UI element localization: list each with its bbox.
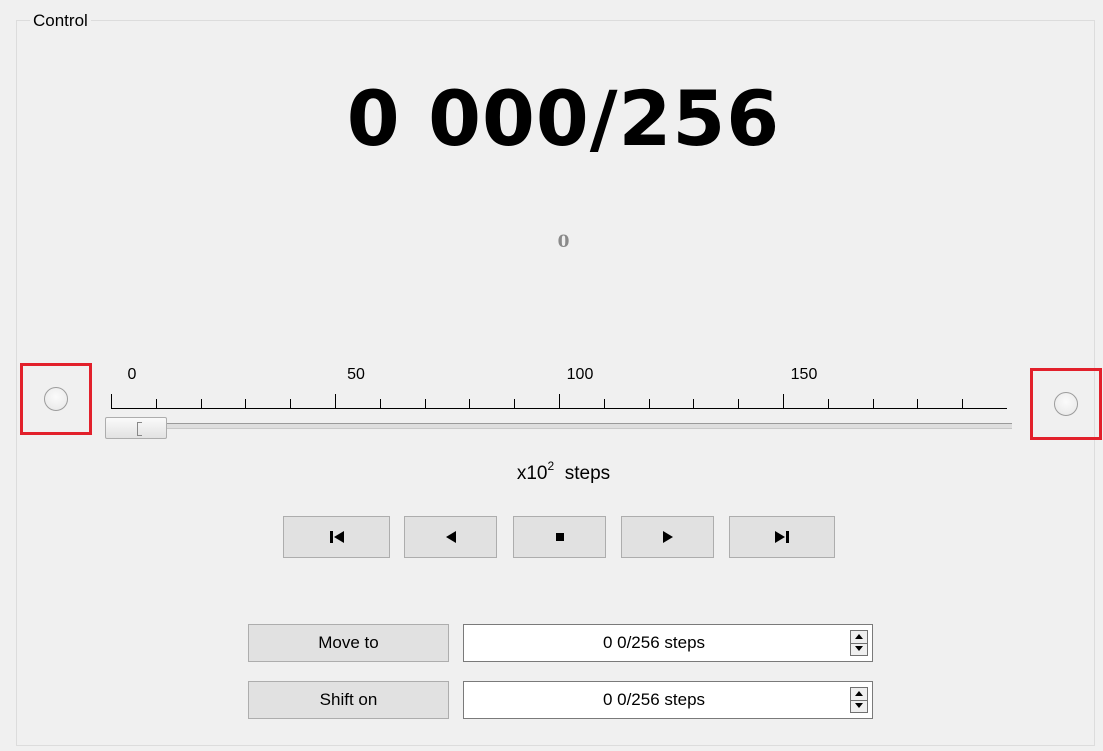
last-step-button[interactable]	[729, 516, 835, 558]
unit-suffix: steps	[564, 463, 611, 484]
position-slider-groove[interactable]	[105, 423, 1012, 429]
ruler-axis-line	[111, 408, 1007, 409]
ruler-tick	[335, 394, 336, 408]
ruler-tick	[962, 399, 964, 408]
ruler-tick	[245, 399, 247, 408]
position-ruler: 0 50 100 150	[105, 360, 1025, 440]
arrow-down-icon	[855, 703, 863, 708]
shift-on-button[interactable]: Shift on	[248, 681, 449, 719]
shift-on-spin-buttons	[850, 687, 868, 713]
shift-on-decrement-button[interactable]	[851, 700, 867, 712]
tick-label-0: 0	[127, 366, 137, 383]
ruler-tick	[424, 399, 426, 408]
move-to-button[interactable]: Move to	[248, 624, 449, 662]
ruler-tick	[559, 394, 560, 408]
skip-last-icon	[775, 531, 789, 543]
previous-step-button[interactable]	[404, 516, 497, 558]
right-limit-indicator	[1030, 368, 1102, 440]
ruler-tick	[693, 399, 695, 408]
move-to-spin-buttons	[850, 630, 868, 656]
sub-value-readout: 0	[557, 232, 570, 252]
ruler-tick	[514, 399, 516, 408]
stop-button[interactable]	[513, 516, 606, 558]
ruler-tick	[783, 394, 784, 408]
tick-label-50: 50	[347, 366, 365, 383]
left-limit-led-icon	[44, 387, 68, 411]
slider-grip-icon	[137, 422, 142, 436]
right-limit-led-icon	[1054, 392, 1078, 416]
ruler-tick	[603, 399, 605, 408]
ruler-tick	[290, 399, 292, 408]
groupbox-title: Control	[30, 11, 91, 31]
first-step-button[interactable]	[283, 516, 390, 558]
shift-on-value[interactable]: 0 0/256 steps	[464, 682, 844, 718]
ruler-tick	[827, 399, 829, 408]
next-step-button[interactable]	[621, 516, 714, 558]
ruler-tick	[155, 399, 157, 408]
ruler-tick	[738, 399, 740, 408]
tick-label-150: 150	[790, 366, 818, 383]
ruler-tick	[917, 399, 919, 408]
play-back-icon	[445, 531, 456, 543]
ruler-tick	[200, 399, 202, 408]
position-counter: 0 000/256	[346, 74, 781, 163]
ruler-tick	[111, 394, 112, 408]
unit-exponent: 2	[547, 459, 555, 473]
stop-icon	[555, 533, 564, 541]
move-to-value[interactable]: 0 0/256 steps	[464, 625, 844, 661]
left-limit-indicator	[20, 363, 92, 435]
arrow-up-icon	[855, 634, 863, 639]
tick-label-100: 100	[566, 366, 594, 383]
arrow-down-icon	[855, 646, 863, 651]
unit-base: x10	[516, 463, 548, 484]
move-to-spinbox[interactable]: 0 0/256 steps	[463, 624, 873, 662]
ruler-tick	[872, 399, 874, 408]
ruler-tick	[648, 399, 650, 408]
play-forward-icon	[662, 531, 673, 543]
arrow-up-icon	[855, 691, 863, 696]
position-slider-handle[interactable]	[105, 417, 167, 439]
skip-first-icon	[329, 531, 344, 543]
ruler-tick	[379, 399, 381, 408]
shift-on-spinbox[interactable]: 0 0/256 steps	[463, 681, 873, 719]
move-to-decrement-button[interactable]	[851, 643, 867, 655]
ruler-tick	[469, 399, 471, 408]
ruler-unit-label: x102 steps	[0, 460, 1103, 485]
